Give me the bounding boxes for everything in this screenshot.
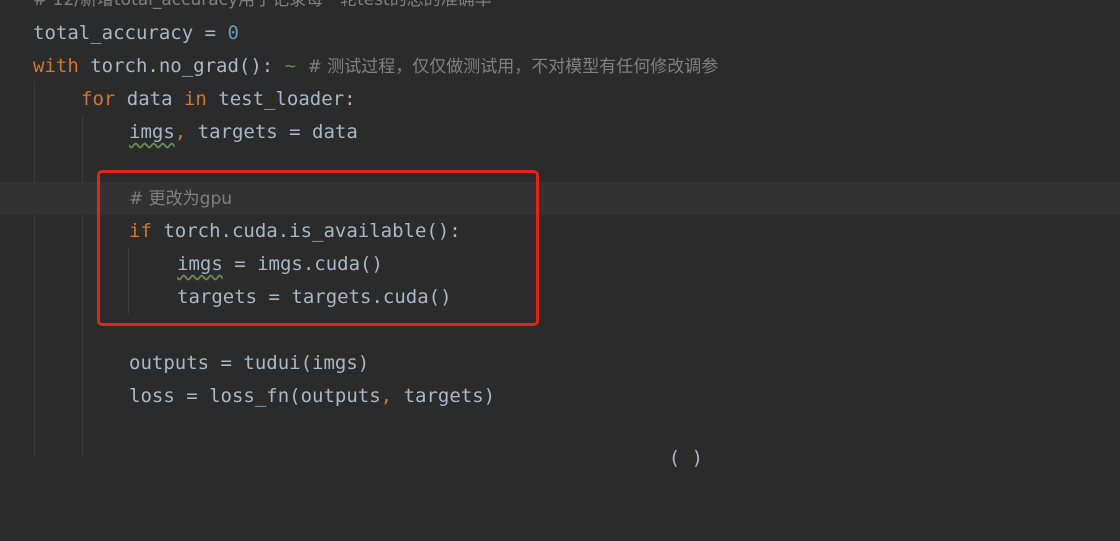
code-line[interactable]: total_accuracy = 0 xyxy=(0,17,1120,50)
number-literal: 0 xyxy=(227,22,239,44)
code-text: data xyxy=(115,88,184,110)
comma: , xyxy=(174,121,187,143)
inspection-marker: ~ xyxy=(273,55,297,77)
code-comment: # 测试过程，仅仅做测试用，不对模型有任何修改调参 xyxy=(307,57,719,77)
comma: , xyxy=(380,385,393,407)
variable-name: total_accuracy xyxy=(33,22,194,44)
code-line[interactable]: imgs, targets = data xyxy=(0,116,1120,149)
variable-name: imgs xyxy=(129,121,175,143)
annotation-highlight-box xyxy=(97,170,539,326)
code-line[interactable]: outputs = tudui(imgs) xyxy=(0,347,1120,380)
operator: = xyxy=(193,22,228,44)
keyword-in: in xyxy=(183,88,207,110)
code-line[interactable]: loss = loss_fn(outputs, targets) xyxy=(0,380,1120,413)
code-text: torch.no_grad(): xyxy=(78,55,274,77)
keyword-with: with xyxy=(33,55,79,77)
code-text: test_loader: xyxy=(206,88,356,110)
code-line[interactable]: ( ) xyxy=(0,442,1120,475)
code-text: outputs = tudui(imgs) xyxy=(129,352,370,374)
code-text: targets) xyxy=(392,385,496,407)
code-text: loss = loss_fn(outputs xyxy=(129,385,381,407)
code-line[interactable]: with torch.no_grad(): ~ # 测试过程，仅仅做测试用，不对… xyxy=(0,50,1120,83)
keyword-for: for xyxy=(81,88,116,110)
code-comment: # 12/新增total_accuracy用于记录每一轮test的总的准确率 xyxy=(33,0,492,10)
code-line[interactable]: for data in test_loader: xyxy=(0,83,1120,116)
code-text: ( ) xyxy=(440,447,704,469)
code-text: targets = data xyxy=(186,121,358,143)
code-line[interactable]: # 12/新增total_accuracy用于记录每一轮test的总的准确率 xyxy=(0,0,1120,16)
code-editor[interactable]: # 12/新增total_accuracy用于记录每一轮test的总的准确率 t… xyxy=(0,0,1120,469)
